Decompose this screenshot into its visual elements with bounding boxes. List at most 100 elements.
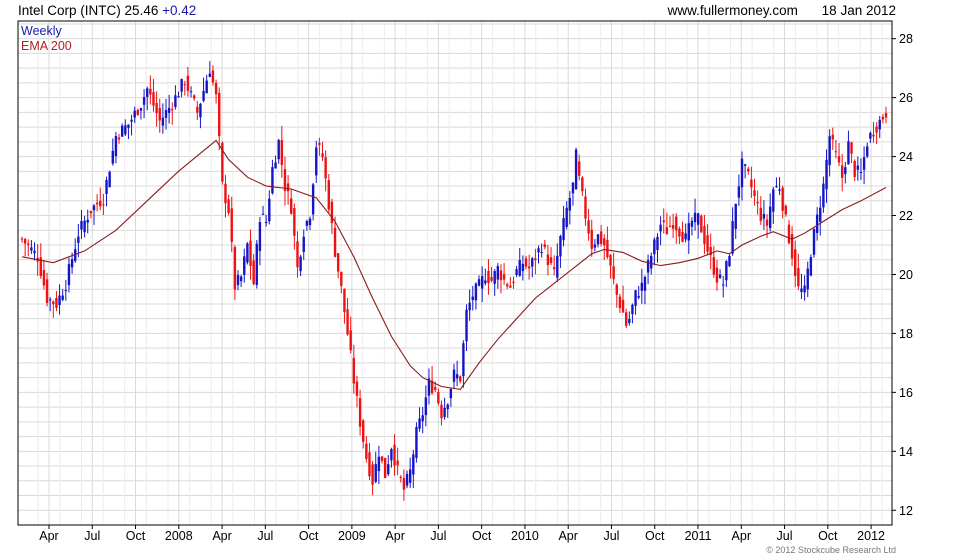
candle-body	[678, 228, 681, 237]
candle-body	[718, 274, 722, 278]
candle-body	[124, 125, 127, 135]
candle-body	[20, 238, 24, 240]
candle-body	[42, 270, 46, 286]
candle-body	[396, 460, 399, 466]
candle-body	[77, 236, 80, 243]
candle-body	[83, 220, 86, 233]
candle-body	[524, 258, 528, 267]
candle-body	[346, 309, 349, 335]
candle-body	[565, 207, 568, 227]
candle-body	[581, 177, 584, 192]
candle-body	[377, 456, 381, 472]
candle-body	[474, 283, 478, 301]
candle-body	[571, 182, 575, 194]
candle-body	[80, 221, 83, 230]
candle-body	[496, 266, 500, 280]
candle-body	[590, 229, 593, 249]
candle-body	[671, 225, 675, 229]
candle-body	[139, 108, 143, 111]
candle-body	[211, 70, 215, 83]
y-tick-label: 24	[899, 150, 913, 164]
candle-body	[127, 124, 130, 128]
candle-body	[537, 248, 540, 253]
candle-body	[146, 88, 149, 97]
candle-body	[133, 110, 136, 118]
candle-body	[261, 213, 265, 215]
candle-body	[205, 80, 208, 94]
candle-body	[412, 454, 415, 475]
candle-body	[631, 304, 634, 315]
candle-body	[449, 389, 453, 399]
candle-body	[408, 469, 412, 483]
candle-body	[230, 208, 233, 242]
candle-body	[437, 391, 440, 404]
candle-body	[650, 255, 653, 269]
candle-body	[280, 140, 284, 165]
candle-body	[725, 261, 728, 281]
candle-body	[45, 279, 49, 303]
candle-body	[656, 236, 659, 250]
candle-body	[703, 226, 706, 244]
candle-body	[612, 266, 615, 280]
candle-body	[390, 449, 393, 461]
candle-body	[850, 142, 853, 154]
candle-body	[534, 258, 537, 261]
candle-body	[186, 75, 190, 91]
candle-body	[515, 269, 518, 276]
candle-body	[552, 267, 556, 270]
candle-body	[117, 137, 121, 140]
candle-body	[734, 203, 737, 229]
candle-body	[462, 343, 465, 377]
candle-body	[387, 464, 390, 475]
candle-body	[405, 473, 409, 486]
x-tick-label: Apr	[39, 529, 58, 543]
x-tick-label: Oct	[645, 529, 665, 543]
candle-body	[393, 444, 396, 466]
plot-area	[18, 21, 892, 525]
x-tick-label: Jul	[257, 529, 273, 543]
candle-body	[681, 231, 684, 242]
candle-body	[149, 88, 152, 95]
y-tick-label: 12	[899, 504, 913, 518]
candle-body	[753, 190, 756, 196]
candle-body	[33, 250, 36, 254]
candle-body	[340, 271, 343, 286]
candle-body	[277, 140, 280, 160]
candle-body	[603, 238, 606, 246]
candle-body	[634, 290, 637, 306]
candle-body	[258, 222, 262, 251]
candle-body	[95, 202, 99, 205]
candle-body	[599, 231, 603, 244]
candle-body	[819, 207, 822, 222]
candle-body	[399, 476, 402, 478]
candle-body	[715, 267, 719, 283]
x-tick-label: Jul	[84, 529, 100, 543]
candle-body	[471, 296, 474, 301]
candle-body	[743, 164, 747, 166]
candle-body	[869, 133, 872, 139]
candle-body	[362, 420, 365, 442]
candle-body	[675, 216, 678, 231]
candle-body	[27, 243, 30, 245]
candle-body	[236, 275, 240, 286]
candle-body	[762, 213, 766, 219]
candle-body	[706, 235, 709, 252]
candle-body	[862, 157, 866, 170]
x-tick-label: 2011	[685, 529, 712, 543]
candle-body	[52, 301, 55, 305]
candle-body	[264, 221, 268, 223]
candle-body	[164, 110, 168, 118]
candle-body	[747, 168, 750, 172]
candle-body	[609, 254, 612, 266]
candle-body	[866, 146, 869, 157]
candle-body	[881, 116, 885, 120]
candle-body	[624, 312, 628, 326]
candle-body	[324, 157, 327, 179]
candle-body	[712, 257, 716, 275]
candle-body	[847, 141, 850, 165]
y-axis: 12 14 16 18 20 22 24 26 28	[892, 32, 913, 518]
candle-body	[130, 119, 133, 122]
candle-body	[183, 84, 186, 86]
candle-body	[452, 369, 456, 382]
candle-body	[487, 270, 490, 284]
